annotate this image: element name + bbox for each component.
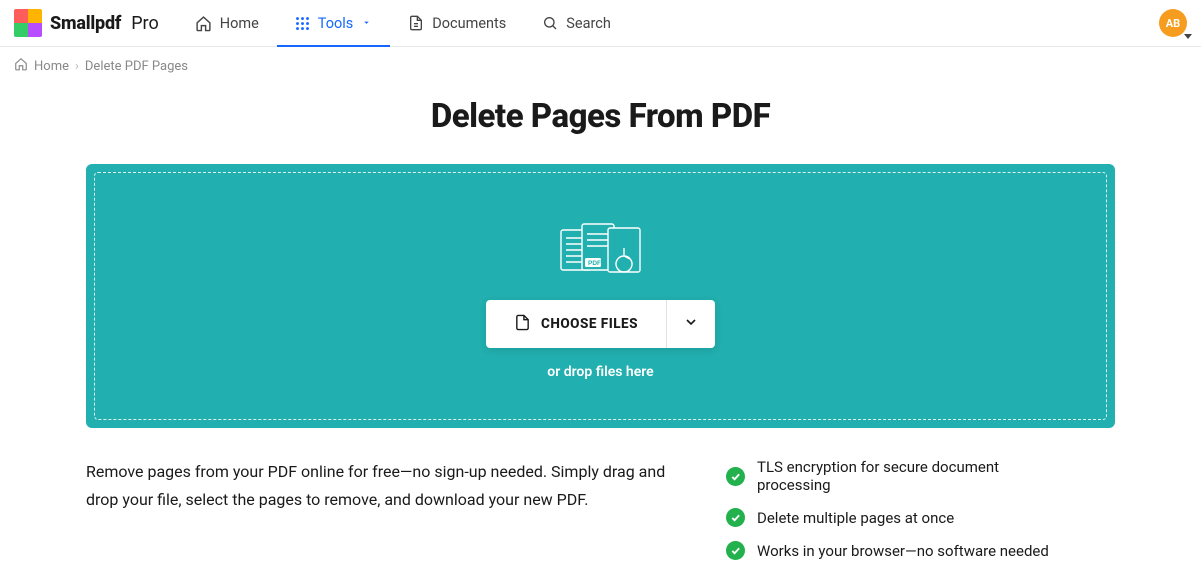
main-nav: Home Tools Documents Search: [177, 0, 629, 46]
home-icon: [14, 57, 28, 75]
chevron-down-icon: [361, 15, 372, 32]
chevron-down-icon: [683, 314, 699, 334]
features-list: TLS encryption for secure document proce…: [726, 458, 1076, 560]
feature-item: TLS encryption for secure document proce…: [726, 458, 1076, 494]
nav-documents[interactable]: Documents: [390, 0, 524, 46]
feature-item: Delete multiple pages at once: [726, 508, 1076, 527]
nav-search-label: Search: [566, 15, 611, 32]
choose-files-dropdown[interactable]: [667, 300, 715, 348]
check-icon: [726, 541, 745, 560]
choose-files-label: CHOOSE FILES: [541, 316, 638, 332]
avatar-initials: AB: [1166, 17, 1180, 30]
drop-hint: or drop files here: [547, 364, 653, 380]
feature-text: Works in your browser—no software needed: [757, 542, 1049, 560]
feature-item: Works in your browser—no software needed: [726, 541, 1076, 560]
grid-icon: [295, 16, 310, 31]
logo-icon: [14, 9, 42, 37]
breadcrumb-separator: ›: [75, 59, 79, 74]
nav-search[interactable]: Search: [524, 0, 629, 46]
breadcrumb: Home › Delete PDF Pages: [0, 47, 1201, 81]
svg-text:PDF: PDF: [588, 260, 601, 267]
nav-tools-label: Tools: [318, 15, 354, 32]
page-title: Delete Pages From PDF: [86, 97, 1115, 136]
feature-text: Delete multiple pages at once: [757, 509, 954, 527]
breadcrumb-home[interactable]: Home: [34, 59, 69, 74]
feature-text: TLS encryption for secure document proce…: [757, 458, 1076, 494]
nav-documents-label: Documents: [432, 15, 506, 32]
nav-home[interactable]: Home: [177, 0, 277, 46]
below-dropzone: Remove pages from your PDF online for fr…: [86, 458, 1115, 560]
nav-tools[interactable]: Tools: [277, 0, 391, 46]
nav-home-label: Home: [220, 15, 259, 32]
search-icon: [542, 15, 558, 31]
dropzone[interactable]: PDF CHOOSE FILES or drop: [86, 164, 1115, 428]
file-icon: [514, 314, 531, 335]
choose-files-button[interactable]: CHOOSE FILES: [486, 300, 667, 348]
logo[interactable]: Smallpdf Pro: [14, 9, 159, 37]
breadcrumb-current: Delete PDF Pages: [85, 59, 188, 74]
chevron-down-icon: [1184, 34, 1192, 39]
logo-tier: Pro: [131, 13, 159, 34]
check-icon: [726, 467, 745, 486]
logo-name: Smallpdf: [50, 13, 121, 34]
top-header: Smallpdf Pro Home Tools Documents: [0, 0, 1201, 47]
main-content: Delete Pages From PDF PDF: [0, 81, 1201, 560]
document-icon: [408, 15, 424, 31]
files-icon: PDF: [558, 220, 644, 284]
avatar[interactable]: AB: [1159, 9, 1187, 37]
home-icon: [195, 15, 212, 32]
check-icon: [726, 508, 745, 527]
choose-files-group: CHOOSE FILES: [486, 300, 715, 348]
description-text: Remove pages from your PDF online for fr…: [86, 458, 666, 560]
dropzone-inner: PDF CHOOSE FILES or drop: [94, 172, 1107, 420]
